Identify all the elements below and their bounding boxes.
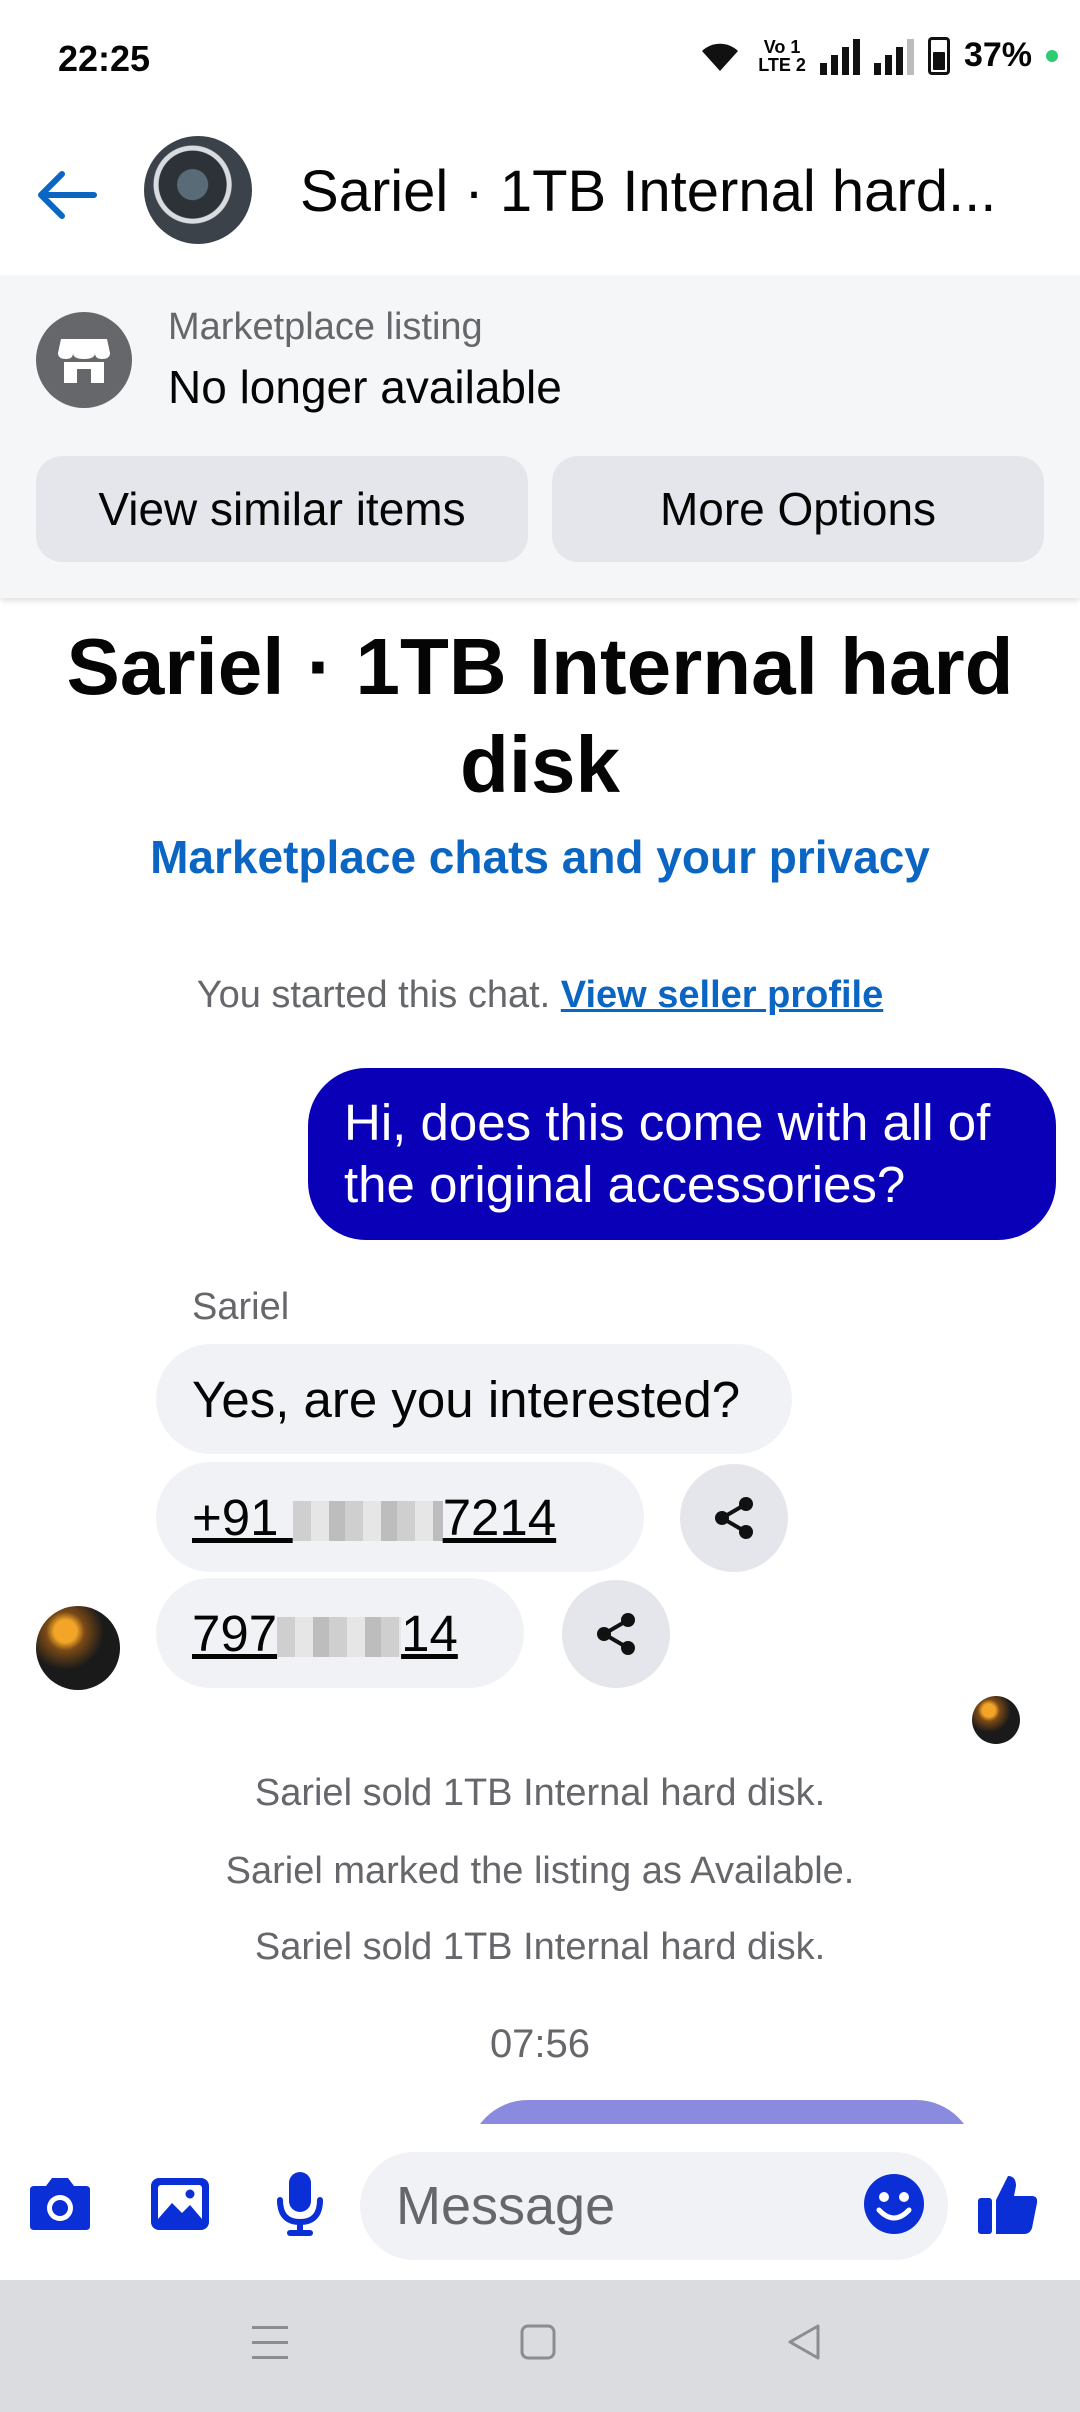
emoji-icon[interactable]: [858, 2168, 930, 2240]
phone-number-link[interactable]: 797 14: [192, 1604, 458, 1663]
started-text: You started this chat.: [196, 974, 551, 1016]
status-icons: Vo 1 LTE 2 37%: [696, 36, 1058, 75]
wifi-icon: [702, 43, 739, 71]
shop-icon: [36, 312, 132, 408]
system-event: Sariel marked the listing as Available.: [225, 1850, 855, 1892]
status-time: 22:25: [58, 38, 151, 79]
redacted-digits: [277, 1617, 402, 1658]
share-button[interactable]: [562, 1580, 670, 1688]
chat-start-notice: You started this chat. View seller profi…: [0, 974, 1080, 1017]
view-similar-items-button[interactable]: View similar items: [36, 456, 528, 562]
volte-indicator: Vo 1 LTE 2: [758, 36, 806, 75]
recent-apps-icon[interactable]: [248, 2322, 292, 2362]
read-receipt-avatar: [972, 1696, 1020, 1744]
more-options-button[interactable]: More Options: [552, 456, 1044, 562]
listing-thumbnail[interactable]: [144, 136, 252, 244]
battery-percent: 37%: [963, 36, 1032, 74]
back-nav-icon[interactable]: [784, 2322, 824, 2362]
phone-number-message[interactable]: +91 7214: [156, 1462, 644, 1572]
message-placeholder: Message: [396, 2176, 616, 2236]
signal-1-icon: [819, 37, 860, 75]
chat-title: Sariel · 1TB Internal hard disk: [66, 622, 1014, 809]
gallery-icon[interactable]: [144, 2168, 216, 2240]
share-button[interactable]: [680, 1464, 788, 1572]
thumbs-up-icon[interactable]: [972, 2168, 1044, 2240]
view-seller-profile-link[interactable]: View seller profile: [561, 974, 883, 1016]
home-icon[interactable]: [518, 2322, 558, 2362]
redacted-digits: [292, 1501, 443, 1542]
privacy-indicator-dot: [1046, 49, 1058, 62]
share-icon: [715, 1497, 753, 1539]
system-event: Sariel sold 1TB Internal hard disk.: [254, 1926, 826, 1968]
sender-name: Sariel: [192, 1286, 290, 1328]
message-text: Yes, are you interested?: [192, 1370, 741, 1428]
back-arrow-icon[interactable]: [32, 160, 102, 230]
message-timestamp: 07:56: [489, 2022, 591, 2066]
share-icon: [597, 1613, 635, 1655]
seller-avatar[interactable]: [36, 1606, 120, 1690]
privacy-link[interactable]: Marketplace chats and your privacy: [0, 830, 1080, 884]
incoming-message[interactable]: Yes, are you interested?: [156, 1344, 792, 1454]
microphone-icon[interactable]: [264, 2168, 336, 2240]
outgoing-message[interactable]: Hi, does this come with all of the origi…: [308, 1068, 1056, 1240]
conversation-title[interactable]: Sariel · 1TB Internal hard...: [300, 158, 996, 225]
phone-number-link[interactable]: +91 7214: [192, 1488, 556, 1547]
camera-icon[interactable]: [24, 2168, 96, 2240]
battery-icon: [927, 36, 950, 75]
signal-2-icon: [873, 37, 914, 75]
listing-status: No longer available: [168, 361, 562, 413]
phone-number-message[interactable]: 797 14: [156, 1578, 524, 1688]
system-event: Sariel sold 1TB Internal hard disk.: [254, 1772, 826, 1814]
banner-label: Marketplace listing: [168, 306, 483, 348]
